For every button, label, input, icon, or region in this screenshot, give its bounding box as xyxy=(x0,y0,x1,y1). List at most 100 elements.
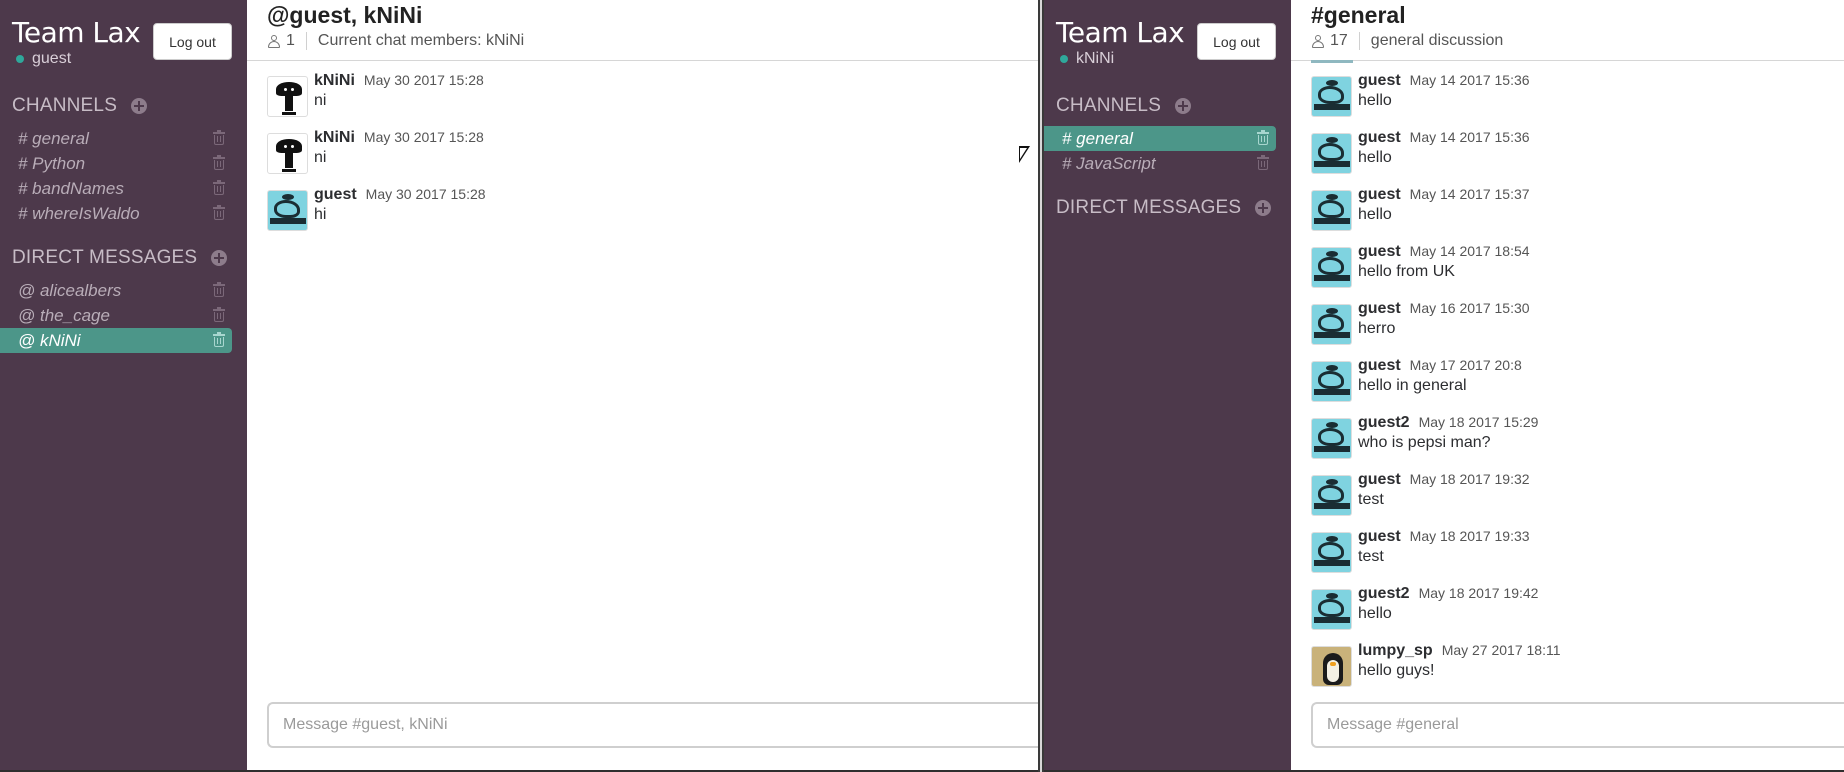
trash-icon[interactable] xyxy=(1257,130,1269,145)
avatar[interactable] xyxy=(1311,361,1352,402)
nav-item[interactable]: @ the_cage xyxy=(0,303,247,328)
message: guest May 14 2017 15:37 hello xyxy=(1311,186,1844,243)
message-author[interactable]: guest xyxy=(1358,72,1401,90)
avatar[interactable] xyxy=(267,190,308,231)
trash-icon[interactable] xyxy=(213,282,225,297)
avatar[interactable] xyxy=(1311,190,1352,231)
nav-item[interactable]: @ kNiNi xyxy=(0,328,232,353)
left-client-window: Team Lax guest Log out CHANNELS # genera… xyxy=(0,0,1038,770)
add-channel-icon[interactable] xyxy=(131,98,148,114)
trash-icon[interactable] xyxy=(1257,155,1269,170)
message-body: kNiNi May 30 2017 15:28 ni xyxy=(314,129,484,167)
message-timestamp: May 30 2017 15:28 xyxy=(365,186,486,202)
message-input[interactable] xyxy=(269,704,1038,746)
avatar[interactable] xyxy=(267,133,308,174)
message-text: hello xyxy=(1358,149,1392,166)
message-author[interactable]: kNiNi xyxy=(314,72,355,90)
message-author[interactable]: guest xyxy=(1358,471,1401,489)
message-author[interactable]: lumpy_sp xyxy=(1358,642,1433,660)
direct-messages-header: DIRECT MESSAGES xyxy=(12,247,228,269)
message-text: test xyxy=(1358,491,1384,508)
message-text: hello xyxy=(1358,92,1392,109)
sidebar: Team Lax guest Log out CHANNELS # genera… xyxy=(0,0,247,770)
message-author[interactable]: guest xyxy=(1358,129,1401,147)
nav-item[interactable]: # JavaScript xyxy=(1044,151,1291,176)
message: guest May 14 2017 15:36 hello xyxy=(1311,72,1844,129)
avatar[interactable] xyxy=(267,76,308,117)
chat-meta: 17 general discussion xyxy=(1312,32,1503,50)
avatar[interactable] xyxy=(1311,304,1352,345)
message: guest May 14 2017 15:36 hello xyxy=(1311,129,1844,186)
avatar[interactable] xyxy=(1311,532,1352,573)
message: guest May 17 2017 20:8 hello in general xyxy=(1311,357,1844,414)
message: kNiNi May 30 2017 15:28 ni xyxy=(267,72,1038,129)
message-composer xyxy=(1311,702,1844,748)
chat-header: @guest, kNiNi 1 Current chat members: kN… xyxy=(247,0,1038,61)
message-timestamp: May 27 2017 18:11 xyxy=(1441,642,1561,658)
avatar[interactable] xyxy=(1311,589,1352,630)
message: guest May 16 2017 15:30 herro xyxy=(1311,300,1844,357)
chat-main: #general 17 general discussion guest May … xyxy=(1291,0,1844,770)
nav-item[interactable]: # whereIsWaldo xyxy=(0,201,247,226)
add-direct-message-icon[interactable] xyxy=(1255,200,1272,216)
add-channel-icon[interactable] xyxy=(1175,98,1192,114)
avatar[interactable] xyxy=(1311,76,1352,117)
message-timestamp: May 14 2017 15:36 xyxy=(1409,72,1530,88)
trash-icon[interactable] xyxy=(213,155,225,170)
message-author[interactable]: guest xyxy=(1358,300,1401,318)
message-text: ni xyxy=(314,149,327,166)
message: guest May 18 2017 19:33 test xyxy=(1311,528,1844,585)
message-author[interactable]: guest xyxy=(1358,357,1401,375)
message-author[interactable]: kNiNi xyxy=(314,129,355,147)
member-count[interactable]: 17 xyxy=(1330,32,1348,50)
logout-button[interactable]: Log out xyxy=(153,23,232,60)
message-author[interactable]: guest2 xyxy=(1358,585,1410,603)
message-body: guest May 30 2017 15:28 hi xyxy=(314,186,486,224)
chat-title: #general xyxy=(1311,2,1406,28)
team-name: Team Lax xyxy=(1056,16,1185,49)
logout-button[interactable]: Log out xyxy=(1197,23,1276,60)
trash-icon[interactable] xyxy=(213,307,225,322)
chat-title: @guest, kNiNi xyxy=(267,2,423,28)
avatar[interactable] xyxy=(1311,133,1352,174)
nav-item[interactable]: # general xyxy=(1044,126,1276,151)
message-body: lumpy_sp May 27 2017 18:11 hello guys! xyxy=(1358,642,1561,680)
avatar[interactable] xyxy=(1311,646,1352,687)
channels-title: CHANNELS xyxy=(12,95,118,116)
message: guest2 May 18 2017 15:29 who is pepsi man? xyxy=(1311,414,1844,471)
message-author[interactable]: guest xyxy=(314,186,357,204)
trash-icon[interactable] xyxy=(213,205,225,220)
message-text: who is pepsi man? xyxy=(1358,434,1491,451)
message-text: hello from UK xyxy=(1358,263,1455,280)
message-author[interactable]: guest xyxy=(1358,243,1401,261)
chat-description: Current chat members: kNiNi xyxy=(317,32,525,49)
message: guest2 May 18 2017 19:42 hello xyxy=(1311,585,1844,642)
message-body: guest May 14 2017 18:54 hello from UK xyxy=(1358,243,1530,281)
trash-icon[interactable] xyxy=(213,332,225,347)
message-input[interactable] xyxy=(1313,704,1844,746)
avatar[interactable] xyxy=(1311,475,1352,516)
message-timestamp: May 17 2017 20:8 xyxy=(1409,357,1522,373)
message-author[interactable]: guest xyxy=(1358,528,1401,546)
nav-item[interactable]: # general xyxy=(0,126,247,151)
message-author[interactable]: guest2 xyxy=(1358,414,1410,432)
message-list: kNiNi May 30 2017 15:28 ni kNiNi May 30 2017… xyxy=(267,72,1038,243)
message-body: guest May 14 2017 15:37 hello xyxy=(1358,186,1530,224)
nav-item[interactable]: @ alicealbers xyxy=(0,278,247,303)
message-timestamp: May 14 2017 15:37 xyxy=(1409,186,1530,202)
add-direct-message-icon[interactable] xyxy=(211,250,228,266)
avatar[interactable] xyxy=(1311,247,1352,288)
nav-item-label: # general xyxy=(18,128,89,148)
nav-item[interactable]: # Python xyxy=(0,151,247,176)
nav-item-label: @ the_cage xyxy=(18,305,110,325)
trash-icon[interactable] xyxy=(213,180,225,195)
nav-item-label: # bandNames xyxy=(18,178,124,198)
avatar[interactable] xyxy=(1311,418,1352,459)
member-count[interactable]: 1 xyxy=(286,32,295,50)
sidebar: Team Lax kNiNi Log out CHANNELS # genera… xyxy=(1044,0,1291,770)
nav-item[interactable]: # bandNames xyxy=(0,176,247,201)
trash-icon[interactable] xyxy=(213,130,225,145)
channel-list: # general # JavaScript xyxy=(1044,126,1291,176)
message-body: guest2 May 18 2017 19:42 hello xyxy=(1358,585,1538,623)
message-author[interactable]: guest xyxy=(1358,186,1401,204)
